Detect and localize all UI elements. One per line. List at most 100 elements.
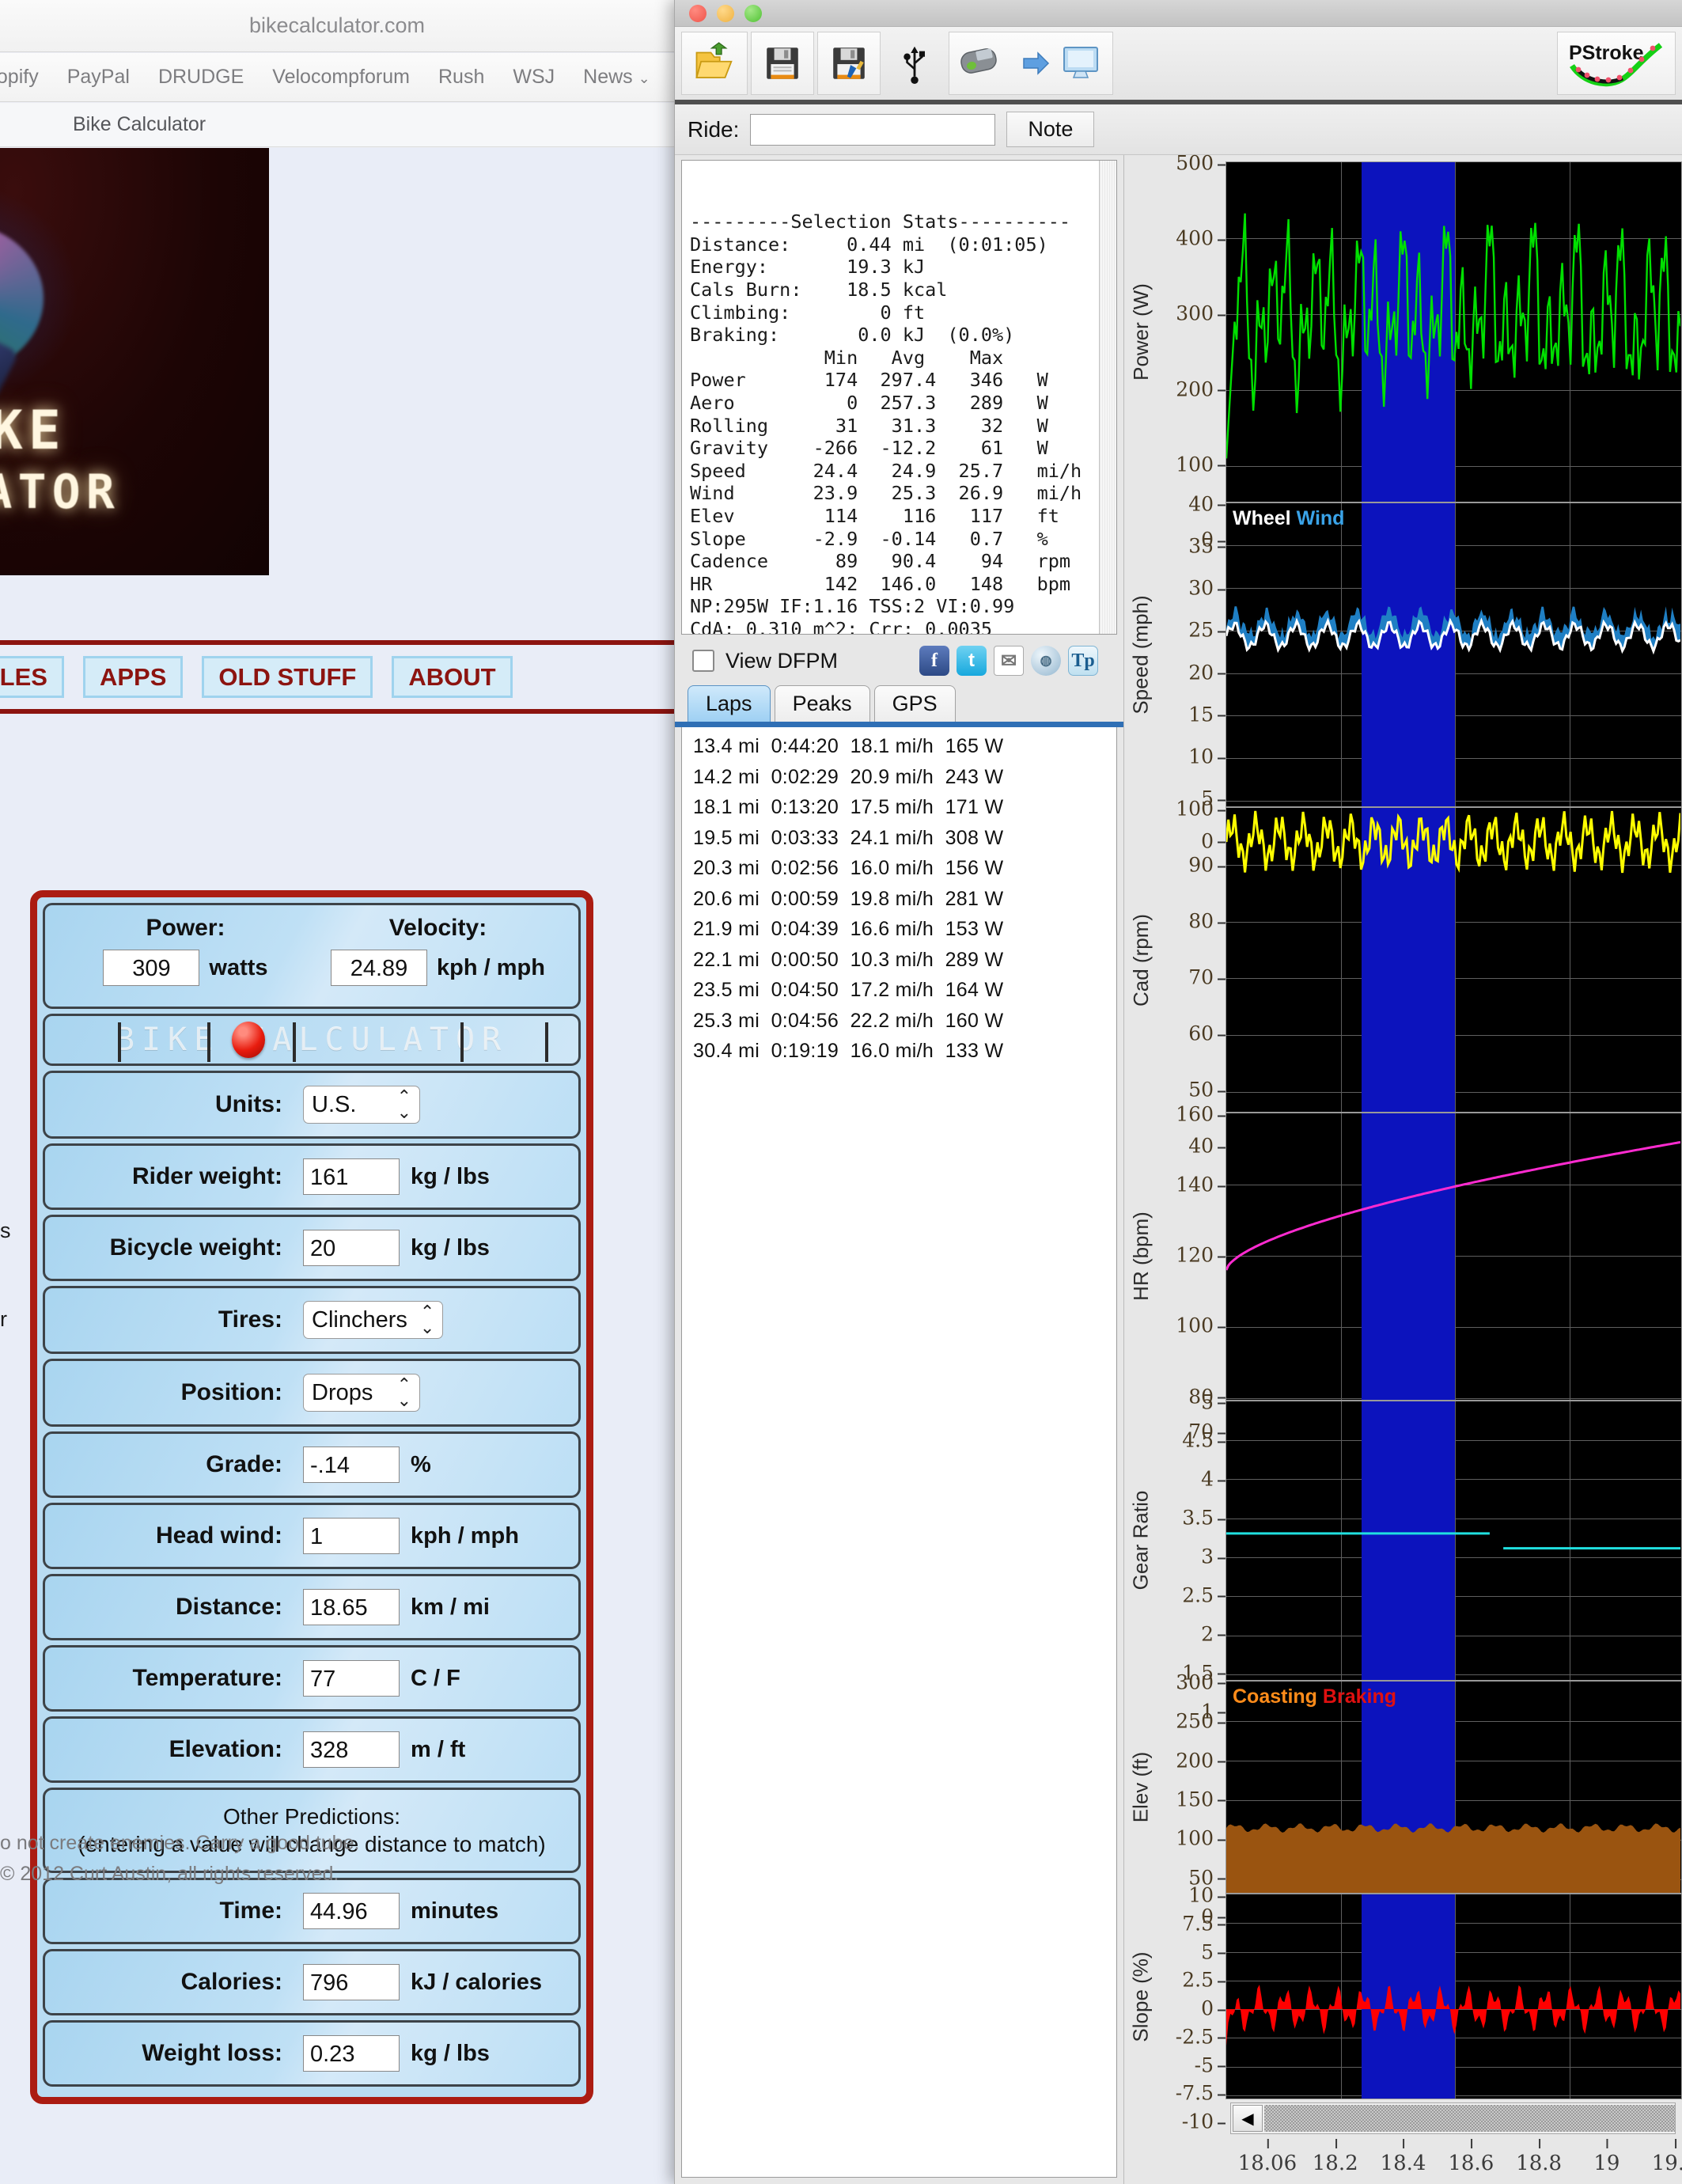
plot-area[interactable] xyxy=(1226,161,1682,502)
calc-input-grade[interactable]: -.14 xyxy=(303,1447,400,1483)
calc-input-elevation[interactable]: 328 xyxy=(303,1731,400,1768)
calc-field-units: U.S. ⌃ ⌄ xyxy=(303,1086,564,1124)
chart-pane: Power (W) 0 100 200 300 400 500 Speed (mph) 0 5 10… xyxy=(1124,152,1682,2184)
nav-button-about[interactable]: ABOUT xyxy=(392,656,513,698)
horizontal-scrollbar[interactable]: ◀ xyxy=(1230,2102,1676,2135)
prediction-input-weight-loss[interactable]: 0.23 xyxy=(303,2035,400,2072)
slider-knob[interactable] xyxy=(232,1022,265,1058)
lap-row[interactable]: 22.1 mi 0:00:50 10.3 mi/h 289 W xyxy=(693,949,1116,972)
plot-area[interactable] xyxy=(1226,1894,1682,2100)
view-dfpm-label: View DFPM xyxy=(725,648,839,673)
plot-area[interactable] xyxy=(1226,807,1682,1113)
view-dfpm-checkbox[interactable] xyxy=(692,650,714,672)
plot-area[interactable]: Coasting Braking xyxy=(1226,1680,1682,1894)
power-slider[interactable]: BIKE CALCULATOR xyxy=(43,1014,581,1066)
power-unit: watts xyxy=(209,954,268,980)
nav-button-old-stuff[interactable]: OLD STUFF xyxy=(202,656,373,698)
email-icon[interactable]: ✉ xyxy=(994,646,1024,676)
calc-input-distance[interactable]: 18.65 xyxy=(303,1589,400,1625)
calc-input-rider-weight[interactable]: 161 xyxy=(303,1158,400,1195)
calc-select-tires[interactable]: Clinchers ⌃ ⌄ xyxy=(303,1301,444,1339)
tab-gps[interactable]: GPS xyxy=(873,685,956,722)
stats-scrollbar[interactable] xyxy=(1099,161,1116,634)
plot-area[interactable] xyxy=(1226,1400,1682,1681)
x-tick-label: 18.4 xyxy=(1380,2139,1426,2176)
prediction-input-time[interactable]: 44.96 xyxy=(303,1893,400,1929)
calc-row-rider-weight: Rider weight: 161 kg / lbs xyxy=(43,1143,581,1210)
calc-input-temperature[interactable]: 77 xyxy=(303,1660,400,1697)
open-file-button[interactable] xyxy=(681,32,748,95)
browser-url-bar[interactable]: bikecalculator.com xyxy=(0,0,674,52)
calc-unit-elevation: m / ft xyxy=(411,1736,466,1762)
close-window-button[interactable] xyxy=(689,4,707,22)
save-as-file-button[interactable] xyxy=(817,32,881,95)
save-file-button[interactable] xyxy=(751,32,814,95)
globe-icon[interactable]: ◍ xyxy=(1031,646,1061,676)
facebook-icon[interactable]: f xyxy=(919,646,949,676)
twitter-icon[interactable]: t xyxy=(957,646,987,676)
ride-name-input[interactable] xyxy=(750,113,996,146)
lap-row[interactable]: 14.2 mi 0:02:29 20.9 mi/h 243 W xyxy=(693,766,1116,789)
other-predictions-title: Other Predictions: xyxy=(222,1804,401,1829)
y-axis-label: Elev (ft) xyxy=(1128,1751,1153,1823)
usb-button[interactable] xyxy=(884,32,945,95)
prediction-input-calories[interactable]: 796 xyxy=(303,1964,400,2000)
calc-row-grade: Grade: -.14% xyxy=(43,1431,581,1498)
tab-bike-calculator[interactable]: Bike Calculator xyxy=(73,113,206,136)
y-tick-label: 400 xyxy=(1176,227,1226,250)
tab-peaks[interactable]: Peaks xyxy=(774,685,870,722)
y-tick-label: 100 xyxy=(1176,798,1226,821)
power-input[interactable]: 309 xyxy=(103,950,200,986)
stepper-arrows-icon: ⌃ ⌄ xyxy=(396,1086,411,1122)
calc-field-distance: 18.65 km / mi xyxy=(303,1589,564,1625)
power-label: Power: xyxy=(146,915,225,941)
lap-row[interactable]: 20.3 mi 0:02:56 16.0 mi/h 156 W xyxy=(693,857,1116,880)
bookmark-velocompforum[interactable]: Velocompforum xyxy=(272,66,410,89)
lap-row[interactable]: 30.4 mi 0:19:19 16.0 mi/h 133 W xyxy=(693,1040,1116,1063)
calc-input-head-wind[interactable]: 1 xyxy=(303,1518,400,1554)
scroll-left-arrow-icon[interactable]: ◀ xyxy=(1233,2105,1263,2133)
bookmark-news[interactable]: News ⌄ xyxy=(583,66,650,89)
scroll-track[interactable] xyxy=(1264,2105,1675,2133)
minimize-window-button[interactable] xyxy=(717,4,734,22)
prediction-unit-weight-loss: kg / lbs xyxy=(411,2040,490,2066)
y-tick-label: 250 xyxy=(1176,1710,1226,1733)
lap-row[interactable]: 19.5 mi 0:03:33 24.1 mi/h 308 W xyxy=(693,827,1116,850)
plot-area[interactable]: Wheel Wind xyxy=(1226,502,1682,808)
selected-value: Drops xyxy=(312,1379,373,1405)
download-from-device-button[interactable] xyxy=(949,32,1113,95)
trainingpeaks-icon[interactable]: Tp xyxy=(1068,646,1098,676)
footer-line-2: © 2012 Curt Austin, all rights reserved. xyxy=(0,1863,339,1885)
nav-button-ples[interactable]: PLES xyxy=(0,656,64,698)
x-tick-label: 19.2 xyxy=(1652,2139,1682,2175)
calc-input-bicycle-weight[interactable]: 20 xyxy=(303,1230,400,1266)
lap-row[interactable]: 21.9 mi 0:04:39 16.6 mi/h 153 W xyxy=(693,918,1116,941)
tab-laps[interactable]: Laps xyxy=(688,685,771,722)
bookmark-paypal[interactable]: PayPal xyxy=(67,66,130,89)
lap-row[interactable]: 13.4 mi 0:44:20 18.1 mi/h 165 W xyxy=(693,735,1116,758)
url-text: bikecalculator.com xyxy=(248,13,426,37)
calc-row-temperature: Temperature: 77 C / F xyxy=(43,1645,581,1712)
nav-button-apps[interactable]: APPS xyxy=(82,656,184,698)
bookmark-wsj[interactable]: WSJ xyxy=(513,66,555,89)
bookmark-rush[interactable]: Rush xyxy=(438,66,484,89)
calc-select-units[interactable]: U.S. ⌃ ⌄ xyxy=(303,1086,420,1124)
prediction-label-time: Time: xyxy=(219,1898,282,1924)
maximize-window-button[interactable] xyxy=(744,4,762,22)
velocity-input[interactable]: 24.89 xyxy=(331,950,428,986)
calc-select-position[interactable]: Drops ⌃ ⌄ xyxy=(303,1374,420,1412)
lap-row[interactable]: 25.3 mi 0:04:56 22.2 mi/h 160 W xyxy=(693,1010,1116,1033)
plot-area[interactable] xyxy=(1226,1113,1682,1401)
bookmark-hopify[interactable]: hopify xyxy=(0,66,39,89)
y-tick-label: 100 xyxy=(1176,453,1226,476)
lap-row[interactable]: 18.1 mi 0:13:20 17.5 mi/h 171 W xyxy=(693,796,1116,819)
laps-list[interactable]: 13.4 mi 0:44:20 18.1 mi/h 165 W 14.2 mi 0… xyxy=(681,727,1117,2178)
lap-row[interactable]: 20.6 mi 0:00:59 19.8 mi/h 281 W xyxy=(693,888,1116,911)
calc-unit-grade: % xyxy=(411,1451,431,1477)
power-cell: Power: 309 watts xyxy=(59,915,312,986)
bookmark-drudge[interactable]: DRUDGE xyxy=(158,66,244,89)
lap-row[interactable]: 23.5 mi 0:04:50 17.2 mi/h 164 W xyxy=(693,979,1116,1002)
site-footer: o not create enemies. Carry a good tube.… xyxy=(0,1832,674,1894)
note-button[interactable]: Note xyxy=(1006,112,1095,147)
calc-row-tires: Tires: Clinchers ⌃ ⌄ xyxy=(43,1286,581,1354)
